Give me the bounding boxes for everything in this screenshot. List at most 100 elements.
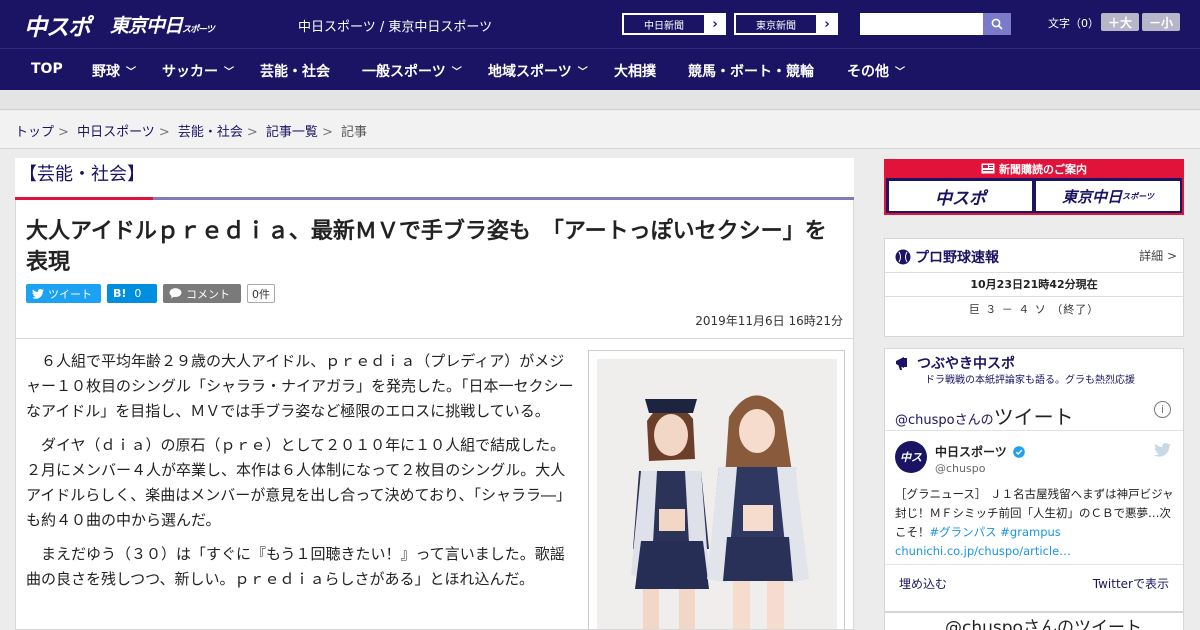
tweet-hashtags[interactable]: #グランパス #grampus xyxy=(930,525,1061,539)
nav-other[interactable]: その他 ﹀ xyxy=(847,61,905,81)
tokyo-shimbun-link[interactable]: 東京新聞 › xyxy=(734,13,838,35)
nav-label: サッカー xyxy=(162,64,218,80)
nav-racing[interactable]: 競馬・ボート・競輪 xyxy=(688,61,814,81)
chevron-down-icon: ﹀ xyxy=(451,67,462,78)
timeline-footer: 埋め込む Twitterで表示 xyxy=(885,565,1183,599)
game-score[interactable]: 巨 ３ － ４ ソ （終了） xyxy=(885,297,1183,324)
nav-label: 地域スポーツ xyxy=(488,64,572,80)
nav-soccer[interactable]: サッカー ﹀ xyxy=(162,61,234,81)
info-icon[interactable]: i xyxy=(1154,401,1171,418)
chuspo-logo[interactable]: 中スポ xyxy=(24,8,91,42)
article-paragraph: ダイヤ（ｄｉａ）の原石（ｐｒｅ）として２０１０年に１０人組で結成した。２月にメン… xyxy=(26,436,571,529)
twitter-widget-card: つぶやき中スポ ドラ戦戦の本紙評論家も語る。グラも熱烈応援 @chuspoさんの… xyxy=(884,348,1184,612)
twitter-bird-icon[interactable] xyxy=(1154,443,1171,457)
main-nav: TOP 野球 ﹀ サッカー ﹀ 芸能・社会 一般スポーツ ﹀ 地域スポーツ ﹀ 大相撲 … xyxy=(0,48,1200,90)
tokyo-logo-sub: スポーツ xyxy=(182,25,215,35)
search-button[interactable] xyxy=(983,13,1011,35)
subscription-banner-header: 新聞購読のご案内 xyxy=(884,159,1184,178)
nav-entertainment[interactable]: 芸能・社会 xyxy=(260,61,330,81)
twitter-widget-header: つぶやき中スポ ドラ戦戦の本紙評論家も語る。グラも熱烈応援 xyxy=(885,349,1183,389)
breadcrumb-entertainment[interactable]: 芸能・社会 xyxy=(178,125,243,140)
tokyo-chunichi-subscribe-logo[interactable]: 東京中日 スポーツ xyxy=(1036,181,1180,211)
timeline-handle-link[interactable]: @chuspo xyxy=(895,413,955,428)
tokyo-subscribe-logo-text: 東京中日 xyxy=(1062,187,1123,206)
breadcrumb-sep: > xyxy=(321,125,333,140)
nav-label: TOP xyxy=(31,61,63,77)
font-larger-button[interactable]: ＋大 xyxy=(1101,13,1139,31)
avatar[interactable]: 中ス xyxy=(895,441,927,473)
tokyo-shimbun-label: 東京新聞 xyxy=(735,14,817,34)
chuspo-subscribe-logo[interactable]: 中スポ xyxy=(889,181,1032,211)
tweet-label: ツイート xyxy=(48,287,92,301)
embed-link[interactable]: 埋め込む xyxy=(899,575,947,592)
verified-badge-icon xyxy=(1013,446,1025,458)
tokyo-subscribe-logo-sub: スポーツ xyxy=(1122,191,1154,201)
breadcrumb-top[interactable]: トップ xyxy=(15,125,54,140)
publish-date: 2019年11月6日 16時21分 xyxy=(695,314,843,328)
pro-baseball-more-link[interactable]: 詳細 > xyxy=(1139,247,1177,264)
hatena-count: 0 xyxy=(134,287,142,300)
twitter-widget-title: つぶやき中スポ xyxy=(917,356,1015,372)
newspaper-icon xyxy=(981,163,995,174)
breadcrumb-current: 記事 xyxy=(340,125,367,140)
article-headline: 大人アイドルｐｒｅｄｉａ、最新ＭＶで手ブラ姿も 「アートっぽいセクシー」を表現 xyxy=(26,219,827,275)
tweet-user-handle[interactable]: @chuspo xyxy=(935,462,985,475)
font-size-label: 文字（0） xyxy=(1048,17,1099,30)
speech-bubble-icon xyxy=(169,288,182,299)
section-header: 【芸能・社会】 xyxy=(15,158,854,200)
tweet-user-name[interactable]: 中日スポーツ xyxy=(935,443,1025,460)
article-photo xyxy=(597,359,837,629)
tokyo-chunichi-logo[interactable]: 東京中日スポーツ xyxy=(110,11,215,38)
nav-local-sports[interactable]: 地域スポーツ ﹀ xyxy=(488,61,588,81)
article-paragraph: まえだゆう（３０）は「すぐに『もう１回聴きたい！』って言いました。歌謡曲の良さを… xyxy=(26,545,565,588)
chevron-right-icon: › xyxy=(824,16,830,32)
score-updated-time: 10月23日21時42分現在 xyxy=(885,273,1183,297)
chevron-down-icon: ﹀ xyxy=(577,67,588,78)
tweet-button[interactable]: ツイート xyxy=(26,284,101,303)
chunichi-shimbun-label: 中日新聞 xyxy=(623,14,705,34)
timeline-handle-suffix: さんの xyxy=(954,413,994,428)
baseball-icon xyxy=(895,249,911,265)
twitter-widget-subtitle: ドラ戦戦の本紙評論家も語る。グラも熱烈応援 xyxy=(925,375,1135,386)
hatena-icon: B! xyxy=(113,287,127,300)
breadcrumb-article-list[interactable]: 記事一覧 xyxy=(266,125,318,140)
nav-label: その他 xyxy=(847,64,889,80)
timeline-title: @chuspoさんのツイート i xyxy=(885,389,1183,431)
search-input[interactable] xyxy=(860,13,983,35)
breadcrumb-sep: > xyxy=(158,125,170,140)
twitter-bird-icon xyxy=(32,288,44,299)
nav-sumo[interactable]: 大相撲 xyxy=(614,61,656,81)
share-buttons: ツイート B! 0 コメント 0件 xyxy=(26,284,275,303)
tweet-user-name-text: 中日スポーツ xyxy=(935,445,1007,459)
comment-count: 0件 xyxy=(247,284,275,303)
font-smaller-button[interactable]: －小 xyxy=(1142,13,1180,31)
sub-nav-bar xyxy=(0,90,1200,110)
tweet-item[interactable]: 中ス 中日スポーツ @chuspo ［グラニュース］ Ｊ１名古屋残留へまずは神戸… xyxy=(885,431,1183,565)
chevron-right-icon: › xyxy=(712,16,718,32)
view-on-twitter-link[interactable]: Twitterで表示 xyxy=(1093,575,1169,592)
article-body: ６人組で平均年齢２９歳の大人アイドル、ｐｒｅｄｉａ（プレディア）がメジャー１０枚… xyxy=(15,339,854,630)
breadcrumb-sep: > xyxy=(58,125,69,140)
article-header: 大人アイドルｐｒｅｄｉａ、最新ＭＶで手ブラ姿も 「アートっぽいセクシー」を表現 … xyxy=(15,200,854,339)
megaphone-icon xyxy=(896,357,907,370)
chevron-down-icon: ﹀ xyxy=(224,67,234,78)
tweet-text: ［グラニュース］ Ｊ１名古屋残留へまずは神戸ビジャ封じ！ＭＦシミッチ前回「人生初… xyxy=(895,485,1175,561)
chunichi-shimbun-link[interactable]: 中日新聞 › xyxy=(622,13,726,35)
tweet-link[interactable]: chunichi.co.jp/chuspo/article… xyxy=(895,544,1071,558)
nav-label: 野球 xyxy=(92,64,120,80)
article-text: ６人組で平均年齢２９歳の大人アイドル、ｐｒｅｄｉａ（プレディア）がメジャー１０枚… xyxy=(26,349,574,601)
chevron-down-icon: ﹀ xyxy=(895,67,905,78)
nav-baseball[interactable]: 野球 ﹀ xyxy=(92,61,136,81)
breadcrumb-chuspo[interactable]: 中日スポーツ xyxy=(77,125,155,140)
nav-label: 一般スポーツ xyxy=(362,64,446,80)
timeline-title-text: @chuspoさんのツイート xyxy=(895,401,1074,430)
chevron-down-icon: ﹀ xyxy=(126,67,136,78)
subscription-banner[interactable]: 新聞購読のご案内 中スポ 東京中日 スポーツ xyxy=(884,159,1184,215)
nav-general-sports[interactable]: 一般スポーツ ﹀ xyxy=(362,61,462,81)
top-header: 中スポ 東京中日スポーツ 中日スポーツ / 東京中日スポーツ 中日新聞 › 東京… xyxy=(0,0,1200,48)
nav-top[interactable]: TOP xyxy=(31,61,63,77)
hatena-bookmark-button[interactable]: B! 0 xyxy=(107,284,157,303)
comment-button[interactable]: コメント xyxy=(163,284,241,303)
article-photo-frame[interactable] xyxy=(588,350,845,629)
pro-baseball-header: プロ野球速報 詳細 > xyxy=(885,239,1183,273)
